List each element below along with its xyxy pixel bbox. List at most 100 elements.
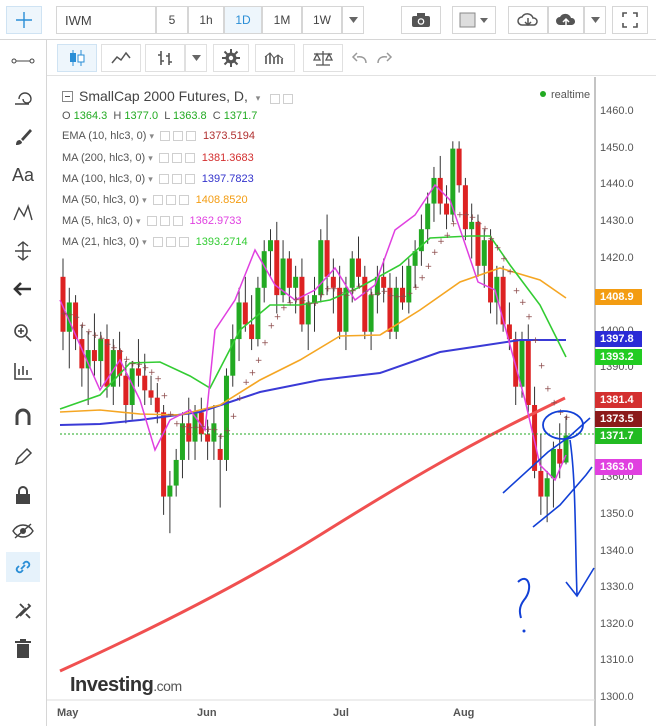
- ohlc-low: 1363.8: [172, 110, 207, 122]
- ema-marker: +: [450, 219, 458, 229]
- drawn-question-mark: [517, 577, 531, 619]
- ema-marker: +: [242, 378, 250, 388]
- candle-body: [91, 350, 97, 362]
- price-tag: 1397.8: [595, 331, 642, 347]
- candle-body: [550, 448, 556, 479]
- ema-marker: +: [500, 254, 508, 264]
- candle-body: [223, 375, 229, 460]
- candle-body: [513, 339, 519, 387]
- candle-body: [217, 448, 223, 460]
- indicator-ema-10[interactable]: EMA (10, hlc3, 0) ▾ 1373.5194: [62, 128, 255, 144]
- candle-body: [349, 258, 355, 288]
- collapse-legend-icon[interactable]: [62, 91, 73, 102]
- indicator-value: 1362.9733: [189, 215, 242, 227]
- candle-body: [161, 412, 167, 497]
- indicator-label: MA (21, hlc3, 0): [62, 236, 140, 248]
- ema-marker: +: [267, 321, 275, 331]
- realtime-label: realtime: [551, 89, 591, 101]
- candle-body: [462, 185, 468, 230]
- indicator-ma-5[interactable]: MA (5, hlc3, 0) ▾ 1362.9733: [62, 213, 242, 229]
- candle-body: [425, 203, 431, 230]
- ema-marker: +: [563, 413, 571, 423]
- ema-marker: +: [506, 268, 514, 278]
- drawn-question-dot: [522, 629, 526, 633]
- ema-marker: +: [161, 391, 169, 401]
- ohlc-row: O 1364.3 H 1377.0 L 1363.8 C 1371.7: [62, 110, 258, 122]
- ema-marker: +: [167, 410, 175, 420]
- candle-body: [431, 177, 437, 204]
- candle-body: [242, 302, 248, 325]
- candle-body: [293, 276, 299, 288]
- candle-body: [148, 390, 154, 398]
- candle-body: [142, 375, 148, 391]
- ema-marker: +: [431, 248, 439, 258]
- ema-marker: +: [412, 283, 420, 293]
- ema-marker: +: [519, 298, 527, 308]
- candle-body: [538, 470, 544, 497]
- ema-marker: +: [494, 244, 502, 254]
- time-tick: May: [57, 707, 79, 719]
- indicator-label: MA (100, hlc3, 0): [62, 173, 146, 185]
- candle-body: [324, 240, 330, 277]
- indicator-label: MA (200, hlc3, 0): [62, 152, 146, 164]
- candle-body: [167, 485, 173, 497]
- time-tick: Aug: [453, 707, 475, 719]
- indicator-value: 1381.3683: [201, 152, 254, 164]
- ma-200-line: [59, 396, 566, 673]
- indicator-label: MA (5, hlc3, 0): [62, 215, 133, 227]
- price-tick: 1440.0: [600, 178, 634, 191]
- ema-marker: +: [444, 231, 452, 241]
- indicator-ma-21[interactable]: MA (21, hlc3, 0) ▾ 1393.2714: [62, 234, 248, 250]
- price-tick: 1420.0: [600, 251, 634, 264]
- ema-marker: +: [236, 394, 244, 404]
- ema-marker: +: [255, 356, 263, 366]
- indicator-label: EMA (10, hlc3, 0): [62, 130, 147, 142]
- ema-marker: +: [418, 274, 426, 284]
- ema-marker: +: [223, 426, 231, 436]
- price-tick: 1430.0: [600, 214, 634, 227]
- price-tick: 1310.0: [600, 654, 634, 667]
- indicator-ma-100[interactable]: MA (100, hlc3, 0) ▾ 1397.7823: [62, 171, 254, 187]
- ema-marker: +: [532, 336, 540, 346]
- price-tick: 1450.0: [600, 141, 634, 154]
- price-tag: 1381.4: [595, 392, 642, 408]
- candle-body: [205, 434, 211, 442]
- candle-body: [481, 240, 487, 266]
- ema-marker: +: [481, 225, 489, 235]
- drawn-arrow: [565, 439, 595, 598]
- candle-body: [154, 397, 160, 413]
- candle-body: [318, 240, 324, 296]
- ema-marker: +: [544, 384, 552, 394]
- price-tag: 1371.7: [595, 428, 642, 444]
- ema-marker: +: [230, 412, 238, 422]
- candle-body: [444, 203, 450, 215]
- ema-marker: +: [249, 368, 257, 378]
- ema-marker: +: [274, 313, 282, 323]
- live-dot-icon: [540, 91, 546, 97]
- realtime-indicator: realtime: [540, 89, 590, 101]
- price-tag: 1363.0: [595, 459, 642, 475]
- indicator-value: 1408.8520: [195, 194, 248, 206]
- series-dropdown-icon[interactable]: ▾: [256, 93, 261, 103]
- ohlc-open: 1364.3: [73, 110, 108, 122]
- indicator-value: 1373.5194: [202, 130, 255, 142]
- gear-icon[interactable]: [283, 93, 294, 104]
- price-tick: 1350.0: [600, 507, 634, 520]
- price-tick: 1340.0: [600, 544, 634, 557]
- ema-marker: +: [425, 262, 433, 272]
- investing-logo: Investing.com: [70, 674, 182, 697]
- price-tag: 1393.2: [595, 349, 642, 365]
- ema-marker: +: [154, 374, 162, 384]
- candle-body: [368, 295, 374, 332]
- visibility-toggle-icon[interactable]: [270, 93, 281, 104]
- candle-body: [525, 339, 531, 405]
- price-tag: 1408.9: [595, 289, 642, 305]
- legend-title-row: SmallCap 2000 Futures, D, ▾: [62, 88, 296, 104]
- indicator-ma-200[interactable]: MA (200, hlc3, 0) ▾ 1381.3683: [62, 150, 254, 166]
- logo-suffix: .com: [153, 678, 182, 694]
- candle-body: [356, 258, 362, 277]
- price-tick: 1320.0: [600, 617, 634, 630]
- indicator-value: 1393.2714: [195, 236, 248, 248]
- indicator-ma-50[interactable]: MA (50, hlc3, 0) ▾ 1408.8520: [62, 192, 248, 208]
- price-tick: 1300.0: [600, 691, 634, 703]
